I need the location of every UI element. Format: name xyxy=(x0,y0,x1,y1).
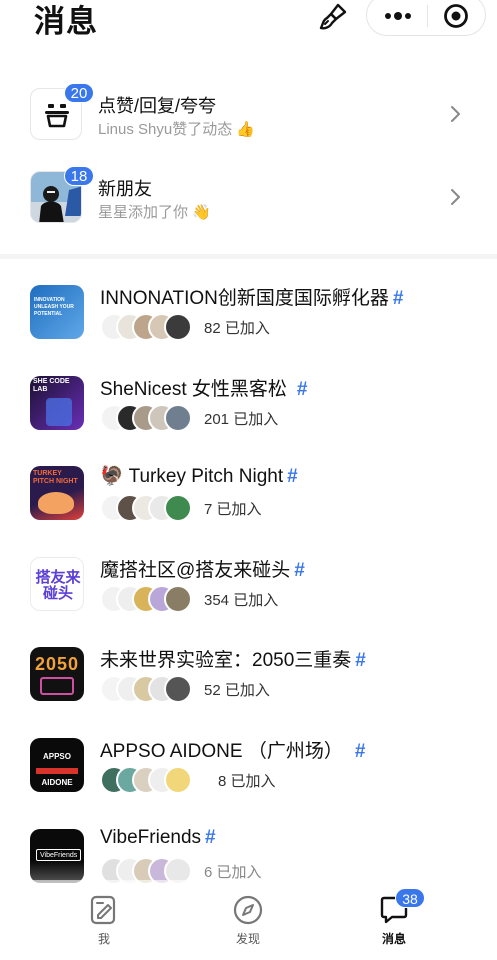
member-count: 7 已加入 xyxy=(204,501,262,518)
member-avatars xyxy=(100,585,200,613)
group-title-text: SheNicest 女性黑客松 xyxy=(100,379,287,400)
thumbnail-text: INNOVATION UNLEASH YOUR POTENTIAL xyxy=(34,297,74,317)
group-row[interactable]: 搭友来碰头 魔搭社区@搭友来碰头 # 354 已加入 xyxy=(0,557,497,647)
more-dots-icon[interactable] xyxy=(381,4,415,28)
group-title-text: APPSO AIDONE （广州场） xyxy=(100,741,343,762)
group-title-text: 魔搭社区@搭友来碰头 xyxy=(100,560,291,581)
hashtag-icon: # xyxy=(205,827,216,848)
member-avatar xyxy=(164,313,192,341)
thumbnail-art xyxy=(38,492,74,514)
thumbnail-text: 搭友来碰头 xyxy=(35,569,81,602)
chevron-right-icon xyxy=(451,106,460,122)
tab-discover[interactable]: 发现 xyxy=(218,894,278,954)
group-title-text: 未来世界实验室：2050三重奏 xyxy=(100,650,352,671)
thumbnail-text: 2050 xyxy=(34,654,80,674)
group-thumbnail: 搭友来碰头 xyxy=(30,557,84,611)
notice-likes-replies[interactable]: 20 点赞/回复/夸夸 Linus Shyu赞了动态 👍 xyxy=(0,83,497,164)
tab-label: 消息 xyxy=(381,932,406,946)
unread-badge: 20 xyxy=(64,83,94,103)
member-count: 201 已加入 xyxy=(204,411,279,428)
hashtag-icon: # xyxy=(392,288,404,309)
tab-label: 发现 xyxy=(235,932,260,946)
notice-title: 点赞/回复/夸夸 xyxy=(98,96,217,116)
member-count: 52 已加入 xyxy=(204,682,270,699)
group-thumbnail: SHE CODE LAB xyxy=(30,376,84,430)
group-thumbnail: APPSO AIDONE xyxy=(30,738,84,792)
member-count: 6 已加入 xyxy=(204,864,262,881)
group-thumbnail: TURKEY PITCH NIGHT xyxy=(30,466,84,520)
group-row[interactable]: SHE CODE LAB SheNicest 女性黑客松 # 201 已加入 xyxy=(0,376,497,466)
group-title-text: 🦃 Turkey Pitch Night xyxy=(100,466,284,487)
member-avatar xyxy=(164,766,192,794)
hashtag-icon: # xyxy=(296,379,308,400)
unread-badge: 18 xyxy=(64,166,94,186)
group-title-text: INNONATION创新国度国际孵化器 xyxy=(100,288,389,309)
thumbnail-text: TURKEY PITCH NIGHT xyxy=(33,470,78,485)
group-title-text: VibeFriends xyxy=(100,827,202,848)
group-row[interactable]: INNOVATION UNLEASH YOUR POTENTIAL INNONA… xyxy=(0,285,497,375)
notice-subtitle: Linus Shyu赞了动态 👍 xyxy=(98,121,256,138)
member-avatars xyxy=(100,494,200,522)
group-title: INNONATION创新国度国际孵化器 # xyxy=(100,283,403,310)
hashtag-icon: # xyxy=(355,650,366,671)
member-avatars xyxy=(100,675,200,703)
member-count: 82 已加入 xyxy=(204,320,270,337)
notice-subtitle: 星星添加了你 👋 xyxy=(98,204,211,221)
member-avatar xyxy=(164,494,192,522)
group-title: SheNicest 女性黑客松 # xyxy=(100,374,307,401)
notice-new-friends[interactable]: 18 新朋友 星星添加了你 👋 xyxy=(0,166,497,247)
member-count: 354 已加入 xyxy=(204,592,279,609)
member-avatars xyxy=(100,313,200,341)
capsule-divider xyxy=(427,5,428,27)
group-thumbnail: VibeFriends xyxy=(30,829,84,883)
member-avatar xyxy=(164,404,192,432)
group-thumbnail: 2050 xyxy=(30,647,84,701)
edit-note-icon xyxy=(90,895,116,925)
member-avatars xyxy=(100,766,200,794)
section-divider xyxy=(0,254,497,259)
thumbnail-text: SHE CODE LAB xyxy=(33,378,70,393)
brush-icon[interactable] xyxy=(318,2,348,32)
target-icon[interactable] xyxy=(443,3,469,29)
group-title: 魔搭社区@搭友来碰头 # xyxy=(100,555,305,582)
member-avatars xyxy=(100,404,200,432)
unread-badge: 38 xyxy=(395,888,425,908)
header: 消息 xyxy=(0,0,497,40)
tab-messages[interactable]: 消息 38 xyxy=(364,888,425,954)
tab-bar: 我 发现 消息 38 xyxy=(0,880,497,960)
thumbnail-art xyxy=(36,768,78,774)
group-title: 未来世界实验室：2050三重奏 # xyxy=(100,645,366,672)
hashtag-icon: # xyxy=(287,466,298,487)
compass-icon xyxy=(233,895,263,925)
group-row[interactable]: APPSO AIDONE APPSO AIDONE （广州场） # 8 已加入 xyxy=(0,738,497,828)
thumbnail-text: VibeFriends xyxy=(36,849,82,861)
group-row[interactable]: 2050 未来世界实验室：2050三重奏 # 52 已加入 xyxy=(0,647,497,737)
member-avatar xyxy=(164,675,192,703)
mini-program-capsule xyxy=(366,0,486,36)
tab-label: 我 xyxy=(97,932,110,946)
thumbnail-art xyxy=(46,398,72,426)
group-title: APPSO AIDONE （广州场） # xyxy=(100,736,365,763)
tab-me[interactable]: 我 xyxy=(74,894,134,954)
hashtag-icon: # xyxy=(354,741,366,762)
page-title: 消息 xyxy=(34,4,98,39)
hashtag-icon: # xyxy=(294,560,305,581)
thumbnail-art xyxy=(40,677,74,695)
chevron-right-icon xyxy=(451,189,460,205)
group-row[interactable]: TURKEY PITCH NIGHT 🦃 Turkey Pitch Night #… xyxy=(0,466,497,556)
group-title: 🦃 Turkey Pitch Night # xyxy=(100,464,298,488)
member-avatar xyxy=(164,585,192,613)
member-count: 8 已加入 xyxy=(218,773,276,790)
group-thumbnail: INNOVATION UNLEASH YOUR POTENTIAL xyxy=(30,285,84,339)
group-title: VibeFriends # xyxy=(100,827,216,849)
notice-title: 新朋友 xyxy=(98,179,152,199)
